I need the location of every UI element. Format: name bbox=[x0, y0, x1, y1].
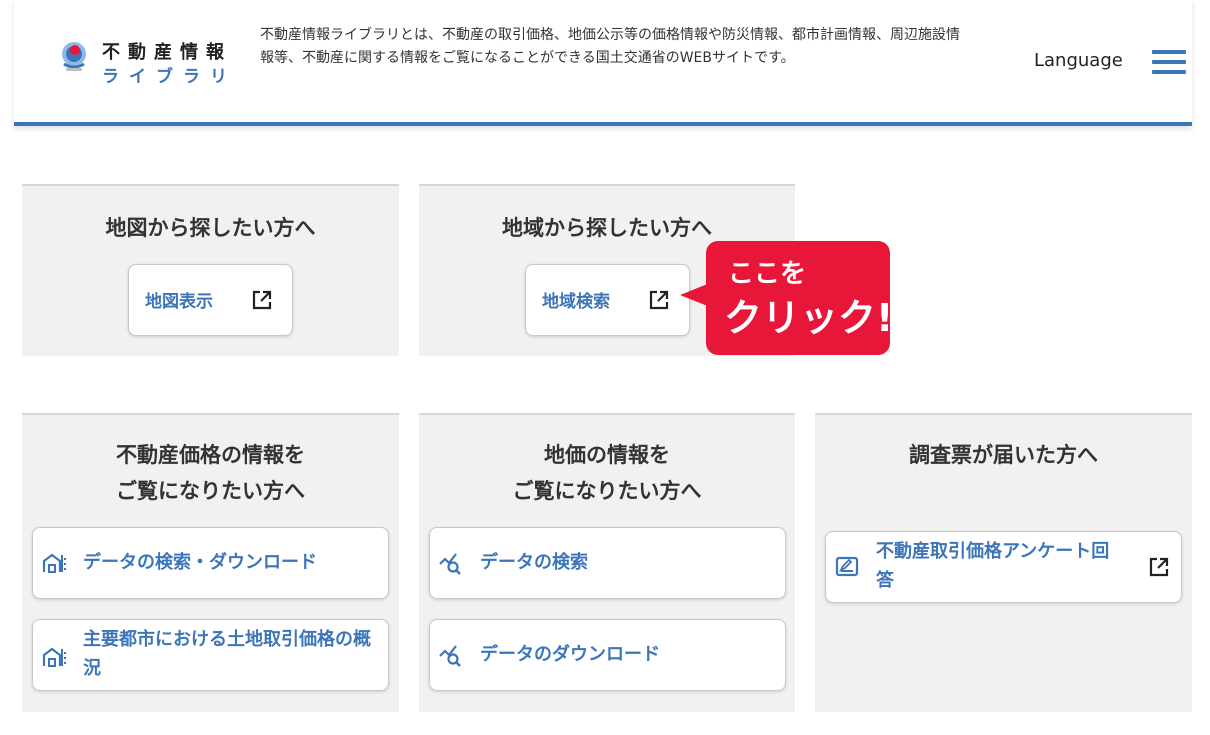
button-label: 地図表示 bbox=[145, 292, 213, 312]
panel-title-line1: 不動産価格の情報を bbox=[116, 443, 305, 467]
site-logo[interactable]: 不動産情報 ライブラリ bbox=[58, 38, 258, 88]
external-link-icon bbox=[1149, 557, 1169, 577]
click-here-callout: ここを クリック! bbox=[706, 241, 894, 355]
land-price-data-search-button[interactable]: データの検索 bbox=[429, 527, 786, 599]
chart-search-icon bbox=[439, 645, 461, 667]
hamburger-menu-icon[interactable] bbox=[1152, 50, 1186, 74]
button-label: データの検索・ダウンロード bbox=[83, 552, 317, 573]
price-info-panel: 不動産価格の情報を ご覧になりたい方へ データの検索・ダウンロード 主要都市にお… bbox=[22, 413, 399, 712]
external-link-icon bbox=[252, 290, 272, 310]
panel-title-line1: 調査票が届いた方へ bbox=[909, 443, 1098, 467]
external-link-icon bbox=[649, 290, 669, 310]
logo-title-line1: 不動産情報 bbox=[102, 42, 232, 63]
map-display-button[interactable]: 地図表示 bbox=[128, 264, 293, 336]
land-price-panel: 地価の情報を ご覧になりたい方へ データの検索 データのダウンロード bbox=[419, 413, 795, 712]
button-label: 不動産取引価格アンケート回答 bbox=[876, 541, 1110, 591]
panel-title-line1: 地価の情報を bbox=[544, 443, 670, 467]
button-label: 主要都市における土地取引価格の概況 bbox=[83, 629, 371, 679]
logo-title-line2: ライブラリ bbox=[102, 67, 237, 87]
building-icon bbox=[42, 647, 66, 667]
panel-title: 地図から探したい方へ bbox=[105, 216, 316, 240]
library-logo-icon bbox=[62, 42, 86, 71]
callout-line1: ここを bbox=[728, 259, 807, 289]
land-price-data-download-button[interactable]: データのダウンロード bbox=[429, 619, 786, 691]
survey-answer-button[interactable]: 不動産取引価格アンケート回答 bbox=[825, 531, 1182, 603]
building-icon bbox=[42, 553, 66, 573]
price-data-search-download-button[interactable]: データの検索・ダウンロード bbox=[32, 527, 389, 599]
survey-panel: 調査票が届いた方へ 不動産取引価格アンケート回答 bbox=[815, 413, 1192, 712]
chart-search-icon bbox=[439, 553, 461, 575]
button-label: 地域検索 bbox=[542, 292, 610, 312]
site-header: 不動産情報 ライブラリ 不動産情報ライブラリとは、不動産の取引価格、地価公示等の… bbox=[14, 0, 1192, 126]
panel-title-line2: ご覧になりたい方へ bbox=[512, 479, 702, 503]
major-city-land-price-overview-button[interactable]: 主要都市における土地取引価格の概況 bbox=[32, 619, 389, 691]
area-search-button[interactable]: 地域検索 bbox=[525, 264, 690, 336]
panel-title-line2: ご覧になりたい方へ bbox=[116, 479, 305, 503]
map-search-panel: 地図から探したい方へ 地図表示 bbox=[22, 184, 399, 356]
language-button[interactable]: Language bbox=[1034, 50, 1123, 71]
button-label: データの検索 bbox=[480, 552, 588, 573]
site-description: 不動産情報ライブラリとは、不動産の取引価格、地価公示等の価格情報や防災情報、都市… bbox=[260, 27, 960, 66]
button-label: データのダウンロード bbox=[480, 644, 660, 665]
survey-form-icon bbox=[835, 556, 859, 577]
callout-line2: クリック! bbox=[724, 296, 894, 340]
